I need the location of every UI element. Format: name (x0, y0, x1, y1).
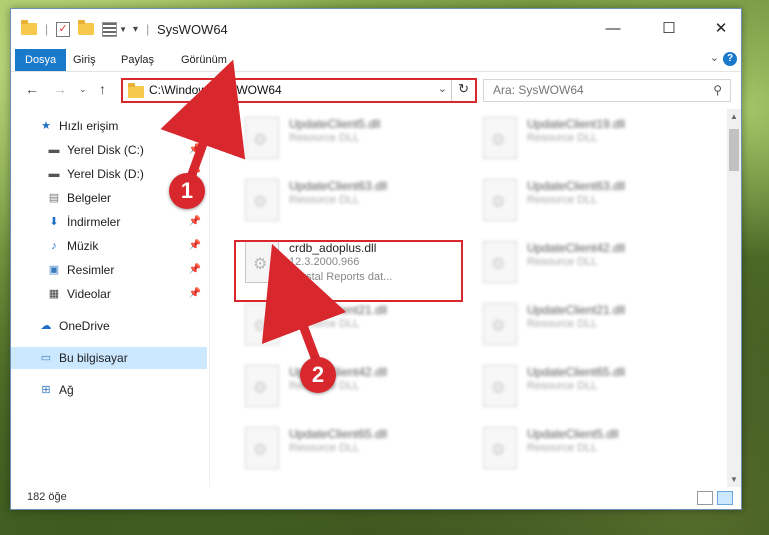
network-icon: ⊞ (41, 384, 51, 396)
properties-check-icon[interactable]: ✓ (56, 21, 71, 37)
sidebar-item-network[interactable]: ⊞ Ağ (11, 379, 207, 401)
chevron-down-icon[interactable]: ▼ (119, 25, 127, 34)
pin-icon[interactable]: 📌 (189, 211, 201, 233)
sidebar-item-this-pc[interactable]: ▭ Bu bilgisayar (11, 347, 207, 369)
scroll-down-icon[interactable]: ▼ (727, 475, 741, 484)
sidebar-item-pictures[interactable]: ▣ Resimler 📌 (11, 259, 207, 281)
sidebar-item-downloads[interactable]: ⬇ İndirmeler 📌 (11, 211, 207, 233)
file-item[interactable]: UpdateClient19.dll Resource DLL (479, 113, 699, 163)
dll-file-icon (245, 179, 279, 221)
dll-file-icon (245, 427, 279, 469)
sidebar-item-music[interactable]: ♪ Müzik 📌 (11, 235, 207, 257)
cloud-icon: ☁ (40, 320, 52, 332)
back-button[interactable]: ← (25, 81, 39, 97)
dll-file-icon (245, 117, 279, 159)
title-bar: | ✓ ▼ ▾ | SysWOW64 — ☐ ✕ (11, 9, 741, 49)
sidebar-item-onedrive[interactable]: ☁ OneDrive (11, 315, 207, 337)
sidebar-item-quick-access[interactable]: ★ Hızlı erişim (11, 115, 207, 137)
close-button[interactable]: ✕ (707, 19, 735, 39)
dll-file-icon (483, 241, 517, 283)
pin-icon[interactable]: 📌 (189, 259, 201, 281)
navigation-bar: ← → ⌄ ↑ C:\Windows\SysWOW64 ⌄ ↻ Ara: Sys… (11, 73, 741, 105)
dll-file-icon (483, 365, 517, 407)
tab-dosya[interactable]: Dosya (15, 49, 67, 71)
callout-2: 2 (300, 357, 336, 393)
folder-icon (21, 20, 37, 35)
forward-button[interactable]: → (53, 81, 67, 97)
drive-icon: ▬ (48, 168, 60, 180)
dll-file-icon (245, 365, 279, 407)
search-placeholder: Ara: SysWOW64 (493, 83, 584, 97)
sidebar-item-disk-c[interactable]: ▬ Yerel Disk (C:) 📌 (11, 139, 207, 161)
explorer-window: | ✓ ▼ ▾ | SysWOW64 — ☐ ✕ Dosya Giriş Pay… (10, 8, 742, 510)
search-icon[interactable]: ⚲ (713, 83, 722, 97)
scrollbar-thumb[interactable] (729, 129, 739, 171)
maximize-button[interactable]: ☐ (655, 19, 683, 39)
dll-file-icon (483, 117, 517, 159)
file-item[interactable]: UpdateClient42.dll Resource DLL (241, 361, 461, 411)
navigation-pane: ★ Hızlı erişim ▬ Yerel Disk (C:) 📌 ▬ Yer… (11, 109, 209, 489)
item-count: 182 öğe (27, 491, 67, 503)
file-item[interactable]: UpdateClient63.dll Resource DLL (241, 175, 461, 225)
computer-icon: ▭ (40, 352, 52, 364)
pin-icon[interactable]: 📌 (189, 283, 201, 305)
search-input[interactable]: Ara: SysWOW64 ⚲ (483, 79, 731, 102)
properties-icon[interactable] (102, 21, 118, 37)
drive-icon: ▬ (48, 144, 60, 156)
file-highlight-box (234, 240, 463, 302)
expand-ribbon-icon[interactable]: ⌄ (710, 51, 719, 64)
star-icon: ★ (41, 120, 51, 132)
recent-locations-icon[interactable]: ⌄ (79, 84, 87, 95)
status-bar: 182 öğe (11, 487, 741, 509)
file-item[interactable]: UpdateClient21.dll Resource DLL (479, 299, 699, 349)
dll-file-icon (483, 179, 517, 221)
window-title: SysWOW64 (157, 22, 228, 37)
refresh-icon[interactable]: ↻ (458, 81, 469, 97)
file-item[interactable]: UpdateClient63.dll Resource DLL (479, 175, 699, 225)
dll-file-icon (483, 427, 517, 469)
callout-1: 1 (169, 173, 205, 209)
scroll-up-icon[interactable]: ▲ (727, 112, 741, 121)
chevron-down-icon[interactable]: ⌄ (438, 82, 447, 95)
file-item[interactable]: UpdateClient5.dll Resource DLL (479, 423, 699, 473)
file-item[interactable]: UpdateClient5.dll Resource DLL (241, 113, 461, 163)
tab-paylas[interactable]: Paylaş (121, 49, 154, 71)
file-item[interactable]: UpdateClient21.dll Resource DLL (241, 299, 461, 349)
customize-toolbar-icon[interactable]: ▾ (133, 24, 138, 35)
download-icon: ⬇ (49, 216, 59, 228)
file-item[interactable]: UpdateClient65.dll Resource DLL (241, 423, 461, 473)
address-path[interactable]: C:\Windows\SysWOW64 (149, 83, 282, 97)
sidebar-item-videos[interactable]: ▦ Videolar 📌 (11, 283, 207, 305)
dll-file-icon (245, 303, 279, 345)
tab-giris[interactable]: Giriş (73, 49, 96, 71)
film-icon: ▦ (48, 288, 60, 300)
file-item[interactable]: UpdateClient42.dll Resource DLL (479, 237, 699, 287)
pin-icon[interactable]: 📌 (189, 235, 201, 257)
tab-gorunum[interactable]: Görünüm (181, 49, 227, 71)
folder-icon (128, 83, 144, 98)
file-item[interactable]: UpdateClient65.dll Resource DLL (479, 361, 699, 411)
help-icon[interactable]: ? (723, 52, 737, 66)
large-icons-view-icon[interactable] (717, 491, 733, 505)
up-button[interactable]: ↑ (99, 81, 106, 97)
picture-icon: ▣ (48, 264, 60, 276)
ribbon: Dosya Giriş Paylaş Görünüm ⌄ ? (11, 49, 741, 72)
quick-access-toolbar: | ✓ ▼ ▾ | (21, 19, 157, 39)
details-view-icon[interactable] (697, 491, 713, 505)
document-icon: ▤ (48, 192, 60, 204)
vertical-scrollbar[interactable]: ▲ ▼ (727, 109, 741, 487)
music-note-icon: ♪ (51, 240, 57, 252)
dll-file-icon (483, 303, 517, 345)
address-bar[interactable]: C:\Windows\SysWOW64 ⌄ ↻ (121, 78, 477, 103)
minimize-button[interactable]: — (599, 19, 627, 39)
pin-icon[interactable]: 📌 (189, 139, 201, 161)
new-folder-icon[interactable] (78, 20, 95, 35)
